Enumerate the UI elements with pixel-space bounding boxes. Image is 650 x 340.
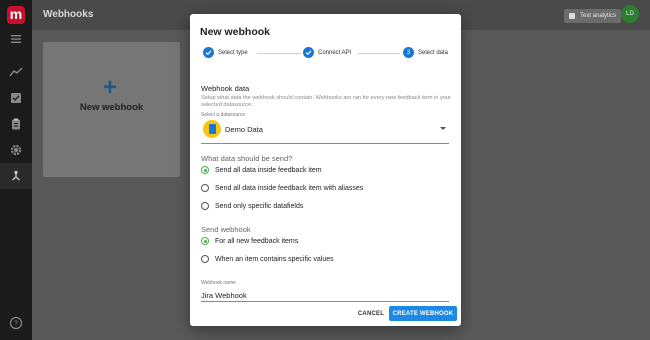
check-icon <box>303 47 314 58</box>
menu-icon[interactable] <box>8 31 24 47</box>
radio-unchecked-icon <box>201 202 209 210</box>
avatar[interactable]: LD <box>621 5 639 23</box>
step-select-type[interactable]: Select type <box>203 47 248 58</box>
webhook-icon[interactable] <box>0 163 32 189</box>
radio-label: Send only specific datafields <box>215 202 304 210</box>
clipboard-icon[interactable] <box>8 116 24 132</box>
stepper: Select type Connect API 3 Select data <box>203 47 453 59</box>
datasource-select[interactable]: Demo Data <box>201 119 449 144</box>
step-connector <box>257 53 301 54</box>
dialog-title: New webhook <box>200 26 271 38</box>
radio-label: For all new feedback items <box>215 237 299 245</box>
new-webhook-card-label: New webhook <box>79 102 144 113</box>
step-connector <box>358 53 400 54</box>
text-analytics-button[interactable]: Text analytics <box>564 9 622 23</box>
gear-icon[interactable] <box>8 142 24 158</box>
radio-label: When an item contains specific values <box>215 255 334 263</box>
new-webhook-card[interactable]: + New webhook <box>43 42 180 177</box>
send-data-heading: What data should be send? <box>201 154 293 163</box>
checklist-icon[interactable] <box>8 90 24 106</box>
help-icon[interactable]: ? <box>8 315 24 331</box>
step-select-data[interactable]: 3 Select data <box>403 47 448 58</box>
step-label: Select data <box>418 49 449 56</box>
radio-checked-icon <box>201 166 209 174</box>
radio-send-all[interactable]: Send all data inside feedback item <box>201 166 322 174</box>
step-connect-api[interactable]: Connect API <box>303 47 351 58</box>
radio-unchecked-icon <box>201 184 209 192</box>
webhook-data-helper: Setup what data the webhook should conta… <box>201 95 451 108</box>
app-logo[interactable]: m <box>7 6 25 24</box>
radio-all-new-items[interactable]: For all new feedback items <box>201 237 298 245</box>
plus-icon: + <box>103 74 118 101</box>
send-webhook-heading: Send webhook <box>201 225 251 234</box>
sidebar: m ? <box>0 0 32 340</box>
radio-label: Send all data inside feedback item <box>215 166 322 174</box>
radio-checked-icon <box>201 237 209 245</box>
cancel-button[interactable]: CANCEL <box>354 306 388 321</box>
svg-text:?: ? <box>14 321 18 328</box>
radio-label: Send all data inside feedback item with … <box>215 184 364 192</box>
new-webhook-dialog: New webhook Select type Connect API 3 Se… <box>190 14 461 326</box>
step-label: Connect API <box>318 49 352 56</box>
radio-send-specific[interactable]: Send only specific datafields <box>201 202 303 210</box>
radio-unchecked-icon <box>201 255 209 263</box>
webhook-data-heading: Webhook data <box>201 84 250 93</box>
webhook-name-input[interactable]: Jira Webhook <box>201 280 449 302</box>
datasource-label: Select a datasource <box>201 112 246 118</box>
create-webhook-button[interactable]: CREATE WEBHOOK <box>389 306 457 321</box>
check-icon <box>203 47 214 58</box>
page-title: Webhooks <box>43 9 94 20</box>
webhook-name-value: Jira Webhook <box>201 291 247 300</box>
chart-line-icon[interactable] <box>8 64 24 80</box>
radio-specific-values[interactable]: When an item contains specific values <box>201 255 334 263</box>
chevron-down-icon <box>440 127 446 130</box>
radio-send-all-aliases[interactable]: Send all data inside feedback item with … <box>201 184 363 192</box>
step-label: Select type <box>218 49 248 56</box>
datasource-icon <box>203 120 221 138</box>
datasource-value: Demo Data <box>225 125 263 134</box>
step-number: 3 <box>403 47 414 58</box>
